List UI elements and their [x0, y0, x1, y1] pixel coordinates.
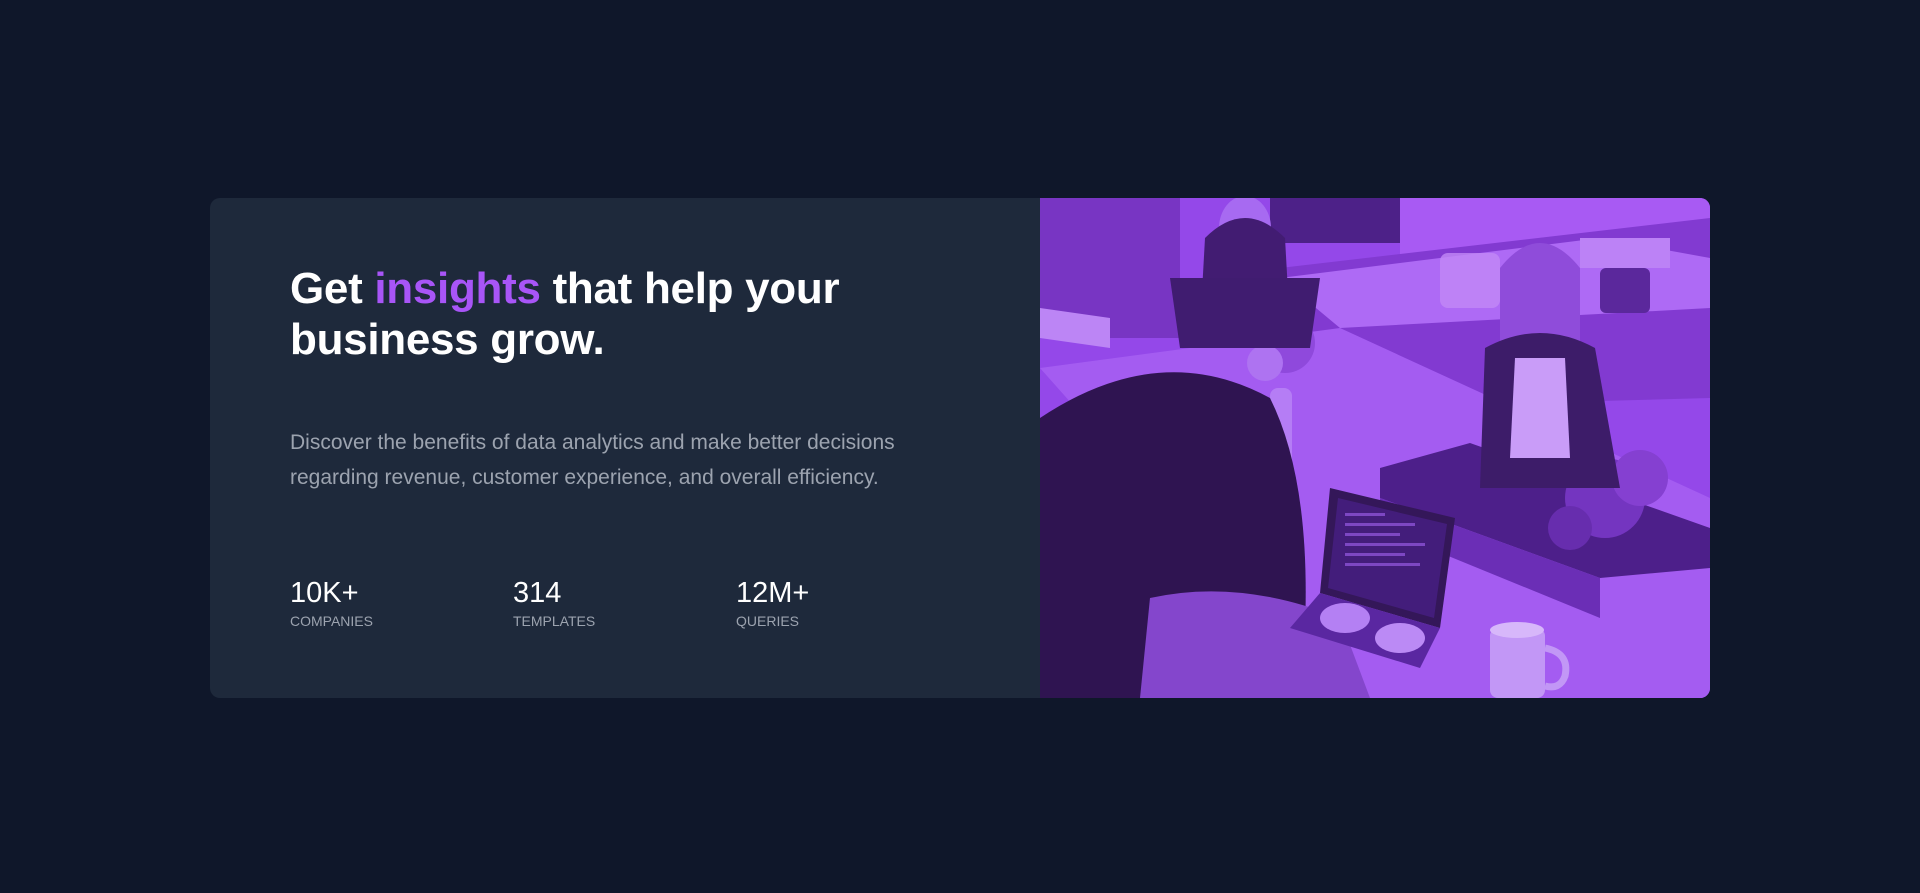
stat-label: COMPANIES	[290, 613, 373, 629]
stat-templates: 314 TEMPLATES	[513, 576, 736, 630]
title-highlight: insights	[374, 264, 541, 313]
page-title: Get insights that help your business gro…	[290, 263, 980, 365]
title-part-1: Get	[290, 264, 375, 313]
stat-companies: 10K+ COMPANIES	[290, 576, 513, 630]
stat-value: 10K+	[290, 577, 359, 609]
stat-value: 12M+	[736, 577, 810, 609]
stat-value: 314	[513, 577, 562, 609]
stats-preview-card: Get insights that help your business gro…	[210, 198, 1710, 698]
hero-image	[1040, 198, 1710, 698]
office-photo-illustration	[1040, 198, 1710, 698]
stat-label: TEMPLATES	[513, 613, 596, 629]
card-content: Get insights that help your business gro…	[210, 198, 1040, 698]
stat-label: QUERIES	[736, 613, 800, 629]
stats-row: 10K+ COMPANIES 314 TEMPLATES 12M+ QUERIE…	[290, 576, 959, 630]
description: Discover the benefits of data analytics …	[290, 431, 895, 489]
stat-queries: 12M+ QUERIES	[736, 576, 959, 630]
